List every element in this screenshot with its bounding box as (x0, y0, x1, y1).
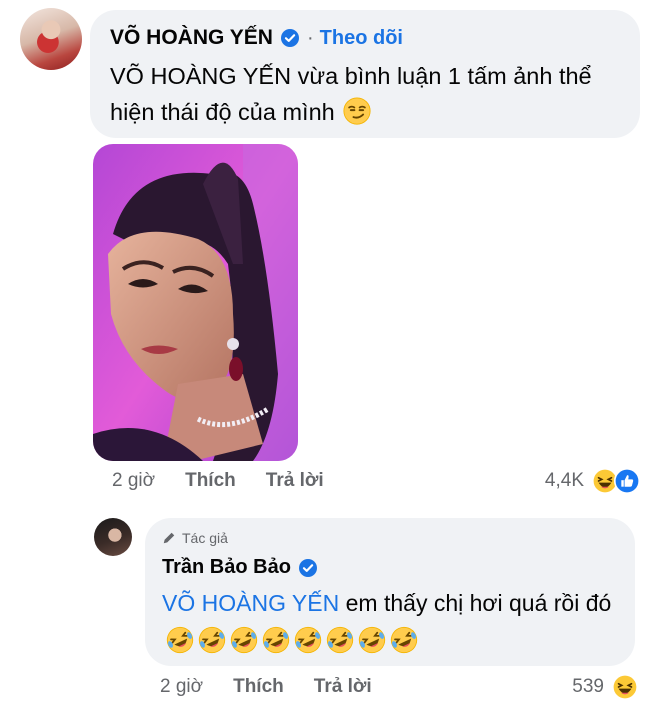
reply-button[interactable]: Trả lời (266, 470, 324, 492)
rofl-emoji-icon (262, 626, 290, 654)
reply-text: VÕ HOÀNG YẾN em thấy chị hơi quá rồi đó (162, 584, 627, 660)
reply-actions: 2 giờ Thích Trả lời (160, 676, 402, 698)
rofl-emoji-icon (198, 626, 226, 654)
comment-reactions[interactable]: 4,4K (545, 468, 640, 494)
comment-author-name[interactable]: VÕ HOÀNG YẾN (110, 26, 273, 50)
rofl-emoji-icon (294, 626, 322, 654)
follow-button[interactable]: Theo dõi (320, 27, 403, 50)
reply-reply-button[interactable]: Trả lời (314, 676, 372, 698)
follow-separator: · (306, 26, 314, 49)
reply-reactions[interactable]: 539 (572, 674, 638, 700)
pencil-icon (163, 532, 175, 544)
reply-like-button[interactable]: Thích (233, 676, 284, 698)
rofl-emoji-icon (358, 626, 386, 654)
reply-body: em thấy chị hơi quá rồi đó (339, 590, 612, 616)
haha-reaction-icon (612, 674, 638, 700)
comment-header: VÕ HOÀNG YẾN · Theo dõi (110, 26, 403, 50)
comment-actions: 2 giờ Thích Trả lời (112, 470, 354, 492)
like-button[interactable]: Thích (185, 470, 236, 492)
smirk-emoji-icon (343, 97, 371, 125)
rofl-emoji-icon (326, 626, 354, 654)
reply-author-name[interactable]: Trần Bảo Bảo (162, 556, 291, 579)
reply-reaction-count: 539 (572, 676, 604, 697)
reply-header: Trần Bảo Bảo (162, 556, 317, 579)
reply-timestamp[interactable]: 2 giờ (160, 676, 203, 698)
rofl-emoji-icon (230, 626, 258, 654)
commenter-avatar[interactable] (20, 8, 82, 70)
comment-photo[interactable] (93, 144, 298, 461)
rofl-emoji-row (162, 626, 418, 654)
comment-timestamp[interactable]: 2 giờ (112, 470, 155, 492)
verified-badge-icon (298, 558, 317, 577)
verified-badge-icon (280, 29, 299, 47)
rofl-emoji-icon (390, 626, 418, 654)
author-badge: Tác giả (162, 530, 228, 546)
reaction-count: 4,4K (544, 470, 584, 491)
comment-text: VÕ HOÀNG YẾN vừa bình luận 1 tấm ảnh thể… (110, 58, 630, 130)
like-reaction-icon (614, 468, 640, 494)
reply-author-avatar[interactable] (94, 518, 132, 556)
author-badge-label: Tác giả (182, 530, 228, 546)
rofl-emoji-icon (166, 626, 194, 654)
mention-link[interactable]: VÕ HOÀNG YẾN (162, 590, 339, 616)
